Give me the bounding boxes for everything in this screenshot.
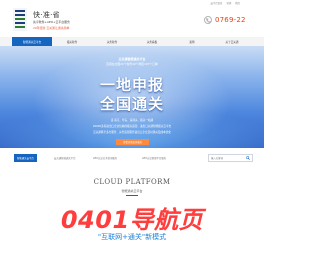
banner-line-3: 云关通携手多方服务、关务运营服务进出口企业及时通关及成本优化 (93, 131, 171, 134)
nav-item-customs-board[interactable]: 关务看板 (132, 37, 172, 46)
phone-icon (204, 16, 212, 24)
nav-item-customs-software[interactable]: 关务软件 (92, 37, 132, 46)
section-subtitle: 智能通关云平台 (121, 189, 143, 193)
search-icon[interactable] (244, 154, 252, 162)
sub-nav: 智能通关云平台 云关通智能通关平台 AEO认证关务咨询服务 AEO认证管理平台服… (0, 154, 264, 163)
search-input[interactable] (209, 155, 245, 161)
hero-banner: 云关通智能通关平台 应用在全国20个省份40个地区197个口岸 一地申报 全国通… (0, 46, 264, 148)
nav-item-cloud-platform[interactable]: 智能通关云平台 (12, 37, 52, 46)
banner-line-1: 直·南京、华东、深圳关、报关一站通 (110, 119, 154, 122)
section-title: CLOUD PLATFORM (93, 178, 171, 186)
header: 快·准·省 先享软件+AEO+云平台服务 20年经验 云关通让通关简单 0769… (0, 5, 264, 35)
error-code-heading: 0401导航页 (60, 206, 204, 234)
brand-name: 快·准·省 (33, 11, 60, 19)
phone-box[interactable]: 0769-22 (204, 16, 246, 24)
banner-title: 云关通智能通关平台 (118, 57, 146, 61)
main-nav-items: 智能通关云平台 报关软件 关务软件 关务看板 案例 关于云关通 (12, 37, 252, 46)
brand-tagline: 20年经验 云关通让通关简单 (33, 26, 70, 30)
nav-item-declaration-software[interactable]: 报关软件 (52, 37, 92, 46)
subnav-item-smart-platform[interactable]: 云关通智能通关平台 (54, 156, 76, 160)
banner-headline-1: 一地申报 (99, 76, 164, 94)
main-nav: 智能通关云平台 报关软件 关务软件 关务看板 案例 关于云关通 (0, 37, 264, 46)
brand-subtitle: 先享软件+AEO+云平台服务 (33, 20, 70, 24)
logo[interactable] (13, 8, 27, 31)
phone-number: 0769-22 (215, 16, 246, 24)
banner-cta-button[interactable]: 查看详情更多服务 (116, 139, 149, 145)
banner-headline-2: 全国通关 (99, 95, 164, 113)
section-divider (126, 195, 138, 196)
page: 云平台首页 营销 我的 快·准·省 先享软件+AEO+云平台服务 20年经验 云… (0, 0, 264, 262)
error-subheading: "互联网+通关"新模式 (97, 233, 167, 241)
subnav-item-cloud-platform[interactable]: 智能通关云平台 (14, 154, 37, 162)
subnav-item-aeo-management[interactable]: AEO认证管理平台服务 (142, 156, 166, 160)
logo-icon (13, 8, 27, 31)
search-box (208, 154, 253, 162)
nav-item-cases[interactable]: 案例 (172, 37, 212, 46)
nav-item-about[interactable]: 关于云关通 (212, 37, 252, 46)
banner-line-2: 20000多家进出口企业信赖的报关运营、进出口关通智能报关云平台 (92, 125, 172, 128)
banner-subtitle: 应用在全国20个省份40个地区197个口岸 (106, 62, 158, 66)
subnav-item-aeo-consulting[interactable]: AEO认证关务咨询服务 (93, 156, 117, 160)
